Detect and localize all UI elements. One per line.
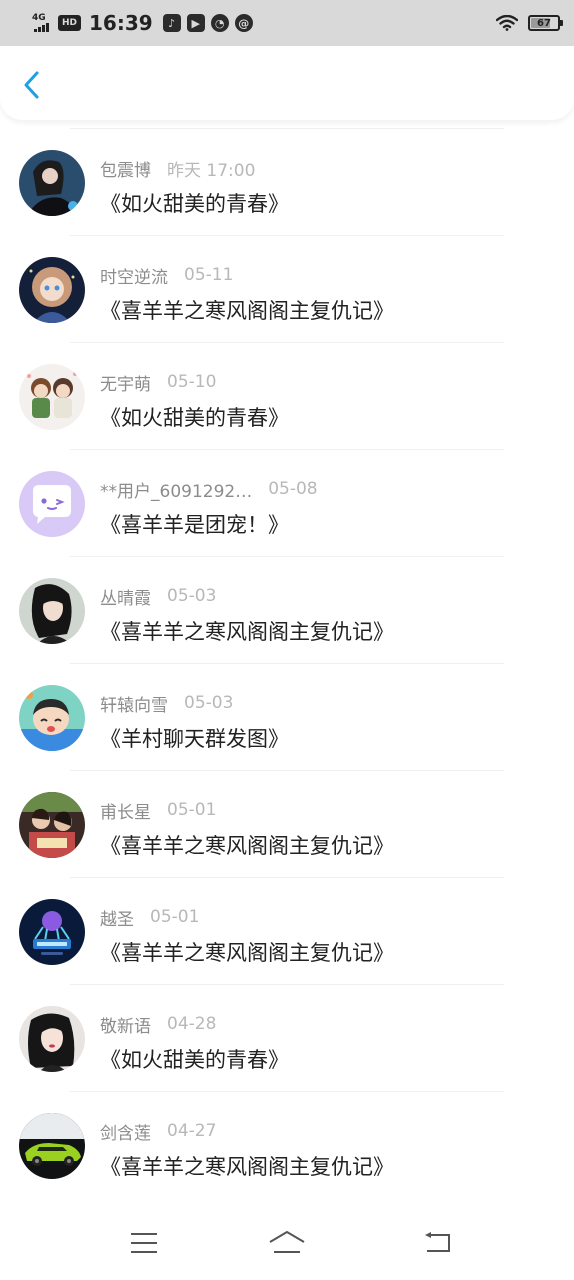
- video-icon: ▶: [186, 14, 205, 32]
- post-date: 05-10: [167, 372, 217, 392]
- work-title[interactable]: 《如火甜美的青春》: [100, 402, 554, 432]
- list-item[interactable]: 时空逆流 05-11 《喜羊羊之寒风阁阁主复仇记》: [0, 235, 574, 342]
- work-title[interactable]: 《如火甜美的青春》: [100, 188, 554, 218]
- avatar: [19, 257, 85, 323]
- avatar: [19, 150, 85, 216]
- battery-icon: 67: [528, 15, 563, 31]
- avatar: [19, 685, 85, 751]
- menu-button[interactable]: [124, 1226, 164, 1260]
- list-item[interactable]: 剑含莲 04-27 《喜羊羊之寒风阁阁主复仇记》: [0, 1091, 574, 1198]
- home-icon: [269, 1231, 305, 1253]
- user-name: 越圣: [100, 909, 134, 930]
- list-item[interactable]: 无宇萌 05-10 《如火甜美的青春》: [0, 342, 574, 449]
- user-name: 包震博: [100, 160, 151, 181]
- clock: 16:39: [89, 11, 153, 35]
- list-item[interactable]: 越圣 05-01 《喜羊羊之寒风阁阁主复仇记》: [0, 877, 574, 984]
- compass-icon: ◔: [210, 14, 229, 32]
- post-date: 昨天 17:00: [167, 160, 256, 181]
- back-nav-button[interactable]: [418, 1226, 458, 1260]
- system-nav-bar: [0, 1208, 574, 1280]
- list-item[interactable]: **用户_6091292… 05-08 《喜羊羊是团宠！》: [0, 449, 574, 556]
- work-title[interactable]: 《喜羊羊之寒风阁阁主复仇记》: [100, 616, 554, 646]
- back-button[interactable]: [18, 68, 46, 102]
- post-date: 05-08: [268, 479, 318, 499]
- mail-icon: @: [234, 14, 253, 32]
- post-date: 05-03: [167, 586, 217, 606]
- user-name: **用户_6091292…: [100, 481, 253, 502]
- post-date: 05-01: [150, 907, 200, 927]
- wifi-icon: [496, 15, 518, 31]
- work-title[interactable]: 《喜羊羊之寒风阁阁主复仇记》: [100, 295, 554, 325]
- avatar: [19, 792, 85, 858]
- work-title[interactable]: 《羊村聊天群发图》: [100, 723, 554, 753]
- notification-list: 包震博 昨天 17:00 《如火甜美的青春》 时空逆流 05-11 《喜羊羊之寒风阁…: [0, 128, 574, 1198]
- avatar: [19, 364, 85, 430]
- post-date: 04-28: [167, 1014, 217, 1034]
- avatar: [19, 471, 85, 537]
- user-name: 敬新语: [100, 1016, 151, 1037]
- list-item[interactable]: 丛晴霞 05-03 《喜羊羊之寒风阁阁主复仇记》: [0, 556, 574, 663]
- tiktok-icon: ♪: [162, 14, 181, 32]
- user-name: 轩辕向雪: [100, 695, 168, 716]
- status-bar: 4G HD 16:39 ♪ ▶ ◔ @ 67: [0, 0, 574, 46]
- post-date: 05-03: [184, 693, 234, 713]
- list-item[interactable]: 敬新语 04-28 《如火甜美的青春》: [0, 984, 574, 1091]
- avatar: [19, 578, 85, 644]
- work-title[interactable]: 《喜羊羊之寒风阁阁主复仇记》: [100, 830, 554, 860]
- work-title[interactable]: 《如火甜美的青春》: [100, 1044, 554, 1074]
- avatar: [19, 1006, 85, 1072]
- menu-icon: [131, 1233, 157, 1253]
- avatar: [19, 899, 85, 965]
- user-name: 剑含莲: [100, 1123, 151, 1144]
- work-title[interactable]: 《喜羊羊之寒风阁阁主复仇记》: [100, 937, 554, 967]
- work-title[interactable]: 《喜羊羊之寒风阁阁主复仇记》: [100, 1151, 554, 1181]
- post-date: 04-27: [167, 1121, 217, 1141]
- battery-level: 67: [537, 17, 551, 29]
- avatar: [19, 1113, 85, 1179]
- user-name: 时空逆流: [100, 267, 168, 288]
- post-date: 05-11: [184, 265, 234, 285]
- post-date: 05-01: [167, 800, 217, 820]
- user-name: 甫长星: [100, 802, 151, 823]
- user-name: 无宇萌: [100, 374, 151, 395]
- back-icon: [425, 1232, 450, 1252]
- cellular-signal-icon: 4G: [30, 13, 52, 33]
- home-button[interactable]: [267, 1226, 307, 1260]
- list-item[interactable]: 甫长星 05-01 《喜羊羊之寒风阁阁主复仇记》: [0, 770, 574, 877]
- chevron-left-icon: [24, 71, 39, 99]
- list-item[interactable]: 包震博 昨天 17:00 《如火甜美的青春》: [0, 128, 574, 235]
- user-name: 丛晴霞: [100, 588, 151, 609]
- list-item[interactable]: 轩辕向雪 05-03 《羊村聊天群发图》: [0, 663, 574, 770]
- nav-header: [0, 46, 574, 120]
- work-title[interactable]: 《喜羊羊是团宠！》: [100, 509, 554, 539]
- hd-badge: HD: [58, 15, 82, 31]
